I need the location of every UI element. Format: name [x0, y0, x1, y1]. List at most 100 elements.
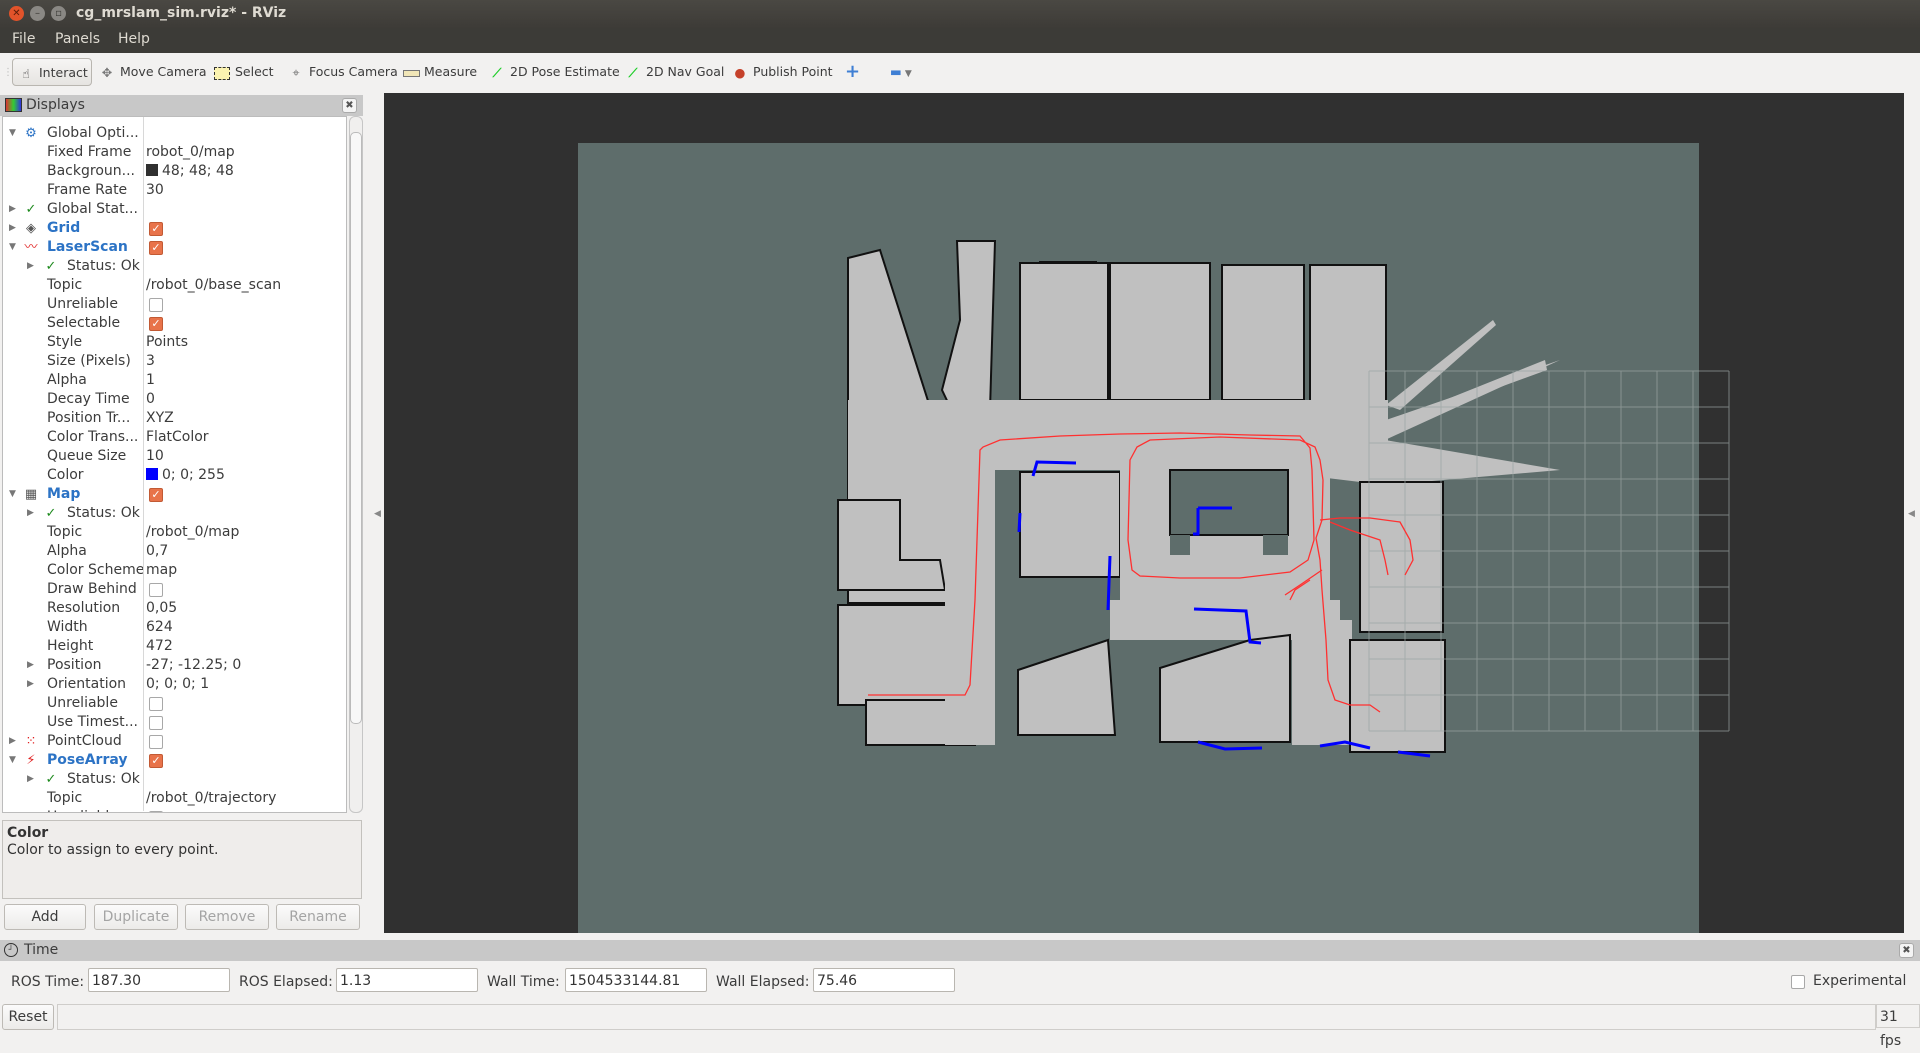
property-value[interactable]: 0,7	[146, 542, 168, 561]
add-display-button[interactable]: Add	[4, 904, 86, 930]
expand-right-icon[interactable]: ▶	[9, 732, 16, 751]
property-value[interactable]: 0; 0; 0; 1	[146, 675, 209, 694]
property-checkbox[interactable]: ✓	[149, 488, 163, 502]
display-property-row[interactable]: ▶ ✓ Status: Ok	[3, 504, 346, 523]
display-property-row[interactable]: ▶ ✓ Status: Ok	[3, 257, 346, 276]
property-checkbox[interactable]	[149, 583, 163, 597]
remove-tool-button[interactable]: ▬ ▼	[890, 58, 912, 86]
displays-tree[interactable]: ▼ ⚙ Global Opti... Fixed Frame robot_0/map Ba…	[2, 116, 347, 813]
display-property-row[interactable]: Decay Time 0	[3, 390, 346, 409]
property-checkbox[interactable]: ✓	[149, 222, 163, 236]
expand-right-icon[interactable]: ▶	[9, 219, 16, 238]
property-checkbox[interactable]: ✓	[149, 317, 163, 331]
display-property-row[interactable]: Position Tr... XYZ	[3, 409, 346, 428]
display-property-row[interactable]: Frame Rate 30	[3, 181, 346, 200]
display-property-row[interactable]: Size (Pixels) 3	[3, 352, 346, 371]
display-property-row[interactable]: ▶ ⁙ PointCloud	[3, 732, 346, 751]
collapse-right-icon[interactable]: ◀	[1908, 509, 1915, 519]
property-value[interactable]: 0,05	[146, 599, 177, 618]
expand-down-icon[interactable]: ▼	[9, 238, 16, 257]
property-value[interactable]: map	[146, 561, 177, 580]
property-checkbox[interactable]: ✓	[149, 754, 163, 768]
property-value[interactable]: 0	[146, 390, 155, 409]
tool-move-camera[interactable]: ✥ Move Camera	[98, 58, 207, 86]
display-property-row[interactable]: ▼ 〰 LaserScan ✓	[3, 238, 346, 257]
ros-time-field[interactable]: 187.30	[88, 968, 230, 992]
property-value[interactable]: 0; 0; 255	[146, 466, 225, 485]
display-property-row[interactable]: Queue Size 10	[3, 447, 346, 466]
display-property-row[interactable]: Alpha 0,7	[3, 542, 346, 561]
tool-2d-pose-estimate[interactable]: ⟋ 2D Pose Estimate	[488, 58, 620, 86]
minimize-window-icon[interactable]: –	[30, 6, 45, 21]
expand-right-icon[interactable]: ▶	[27, 770, 34, 789]
display-property-row[interactable]: Resolution 0,05	[3, 599, 346, 618]
display-property-row[interactable]: Fixed Frame robot_0/map	[3, 143, 346, 162]
property-value[interactable]: 472	[146, 637, 173, 656]
property-checkbox[interactable]	[149, 298, 163, 312]
close-panel-icon[interactable]: ✖	[1899, 943, 1914, 958]
property-value[interactable]: XYZ	[146, 409, 174, 428]
property-checkbox[interactable]: ✓	[149, 241, 163, 255]
display-property-row[interactable]: Alpha 1	[3, 371, 346, 390]
property-value[interactable]: robot_0/map	[146, 143, 235, 162]
property-value[interactable]: 624	[146, 618, 173, 637]
tool-focus-camera[interactable]: ⌖ Focus Camera	[287, 58, 397, 86]
expand-right-icon[interactable]: ▶	[9, 200, 16, 219]
maximize-window-icon[interactable]: ▫	[51, 6, 66, 21]
display-property-row[interactable]: Width 624	[3, 618, 346, 637]
close-window-icon[interactable]: ✕	[9, 6, 24, 21]
display-property-row[interactable]: ▶ Position -27; -12.25; 0	[3, 656, 346, 675]
tool-measure[interactable]: Measure	[402, 58, 477, 86]
tool-interact[interactable]: ☝ Interact	[12, 58, 92, 86]
display-property-row[interactable]: ▶ ✓ Status: Ok	[3, 770, 346, 789]
experimental-checkbox[interactable]	[1791, 975, 1805, 989]
tool-select[interactable]: Select	[213, 58, 274, 86]
add-tool-button[interactable]: +	[845, 58, 860, 86]
wall-elapsed-field[interactable]: 75.46	[813, 968, 955, 992]
property-value[interactable]: 10	[146, 447, 164, 466]
property-checkbox[interactable]	[149, 735, 163, 749]
property-checkbox[interactable]	[149, 811, 163, 812]
property-value[interactable]: /robot_0/trajectory	[146, 789, 276, 808]
display-property-row[interactable]: ▼ ⚡ PoseArray ✓	[3, 751, 346, 770]
display-property-row[interactable]: Unreliable	[3, 694, 346, 713]
collapse-left-icon[interactable]: ◀	[374, 509, 381, 519]
rename-display-button[interactable]: Rename	[276, 904, 360, 930]
display-property-row[interactable]: Topic/robot_0/trajectory	[3, 789, 346, 808]
display-property-row[interactable]: Selectable ✓	[3, 314, 346, 333]
property-value[interactable]: -27; -12.25; 0	[146, 656, 241, 675]
expand-down-icon[interactable]: ▼	[9, 485, 16, 504]
display-property-row[interactable]: Backgroun... 48; 48; 48	[3, 162, 346, 181]
property-value[interactable]: /robot_0/map	[146, 523, 239, 542]
expand-right-icon[interactable]: ▶	[27, 656, 34, 675]
remove-display-button[interactable]: Remove	[185, 904, 269, 930]
display-property-row[interactable]: Style Points	[3, 333, 346, 352]
display-property-row[interactable]: Unreliable	[3, 295, 346, 314]
expand-down-icon[interactable]: ▼	[9, 751, 16, 770]
expand-right-icon[interactable]: ▶	[27, 504, 34, 523]
property-value[interactable]: 48; 48; 48	[146, 162, 234, 181]
display-property-row[interactable]: ▼ ⚙ Global Opti...	[3, 124, 346, 143]
expand-down-icon[interactable]: ▼	[9, 124, 16, 143]
display-property-row[interactable]: Topic/robot_0/map	[3, 523, 346, 542]
display-property-row[interactable]: ▶ ✓ Global Stat...	[3, 200, 346, 219]
display-property-row[interactable]: Color Trans... FlatColor	[3, 428, 346, 447]
property-value[interactable]: 3	[146, 352, 155, 371]
column-divider[interactable]	[143, 117, 144, 811]
menu-file[interactable]: File	[12, 31, 35, 47]
tool-2d-nav-goal[interactable]: ⟋ 2D Nav Goal	[624, 58, 725, 86]
menu-help[interactable]: Help	[118, 31, 150, 47]
display-property-row[interactable]: Topic/robot_0/base_scan	[3, 276, 346, 295]
property-checkbox[interactable]	[149, 697, 163, 711]
display-property-row[interactable]: Draw Behind	[3, 580, 346, 599]
display-property-row[interactable]: Color Scheme map	[3, 561, 346, 580]
display-property-row[interactable]: ▼ ▦ Map ✓	[3, 485, 346, 504]
expand-right-icon[interactable]: ▶	[27, 257, 34, 276]
render-viewport[interactable]	[384, 93, 1904, 933]
reset-button[interactable]: Reset	[2, 1004, 54, 1030]
display-property-row[interactable]: Height 472	[3, 637, 346, 656]
wall-time-field[interactable]: 1504533144.81	[565, 968, 707, 992]
display-property-row[interactable]: ▶ ◈ Grid ✓	[3, 219, 346, 238]
property-checkbox[interactable]	[149, 716, 163, 730]
close-panel-icon[interactable]: ✖	[342, 98, 357, 113]
